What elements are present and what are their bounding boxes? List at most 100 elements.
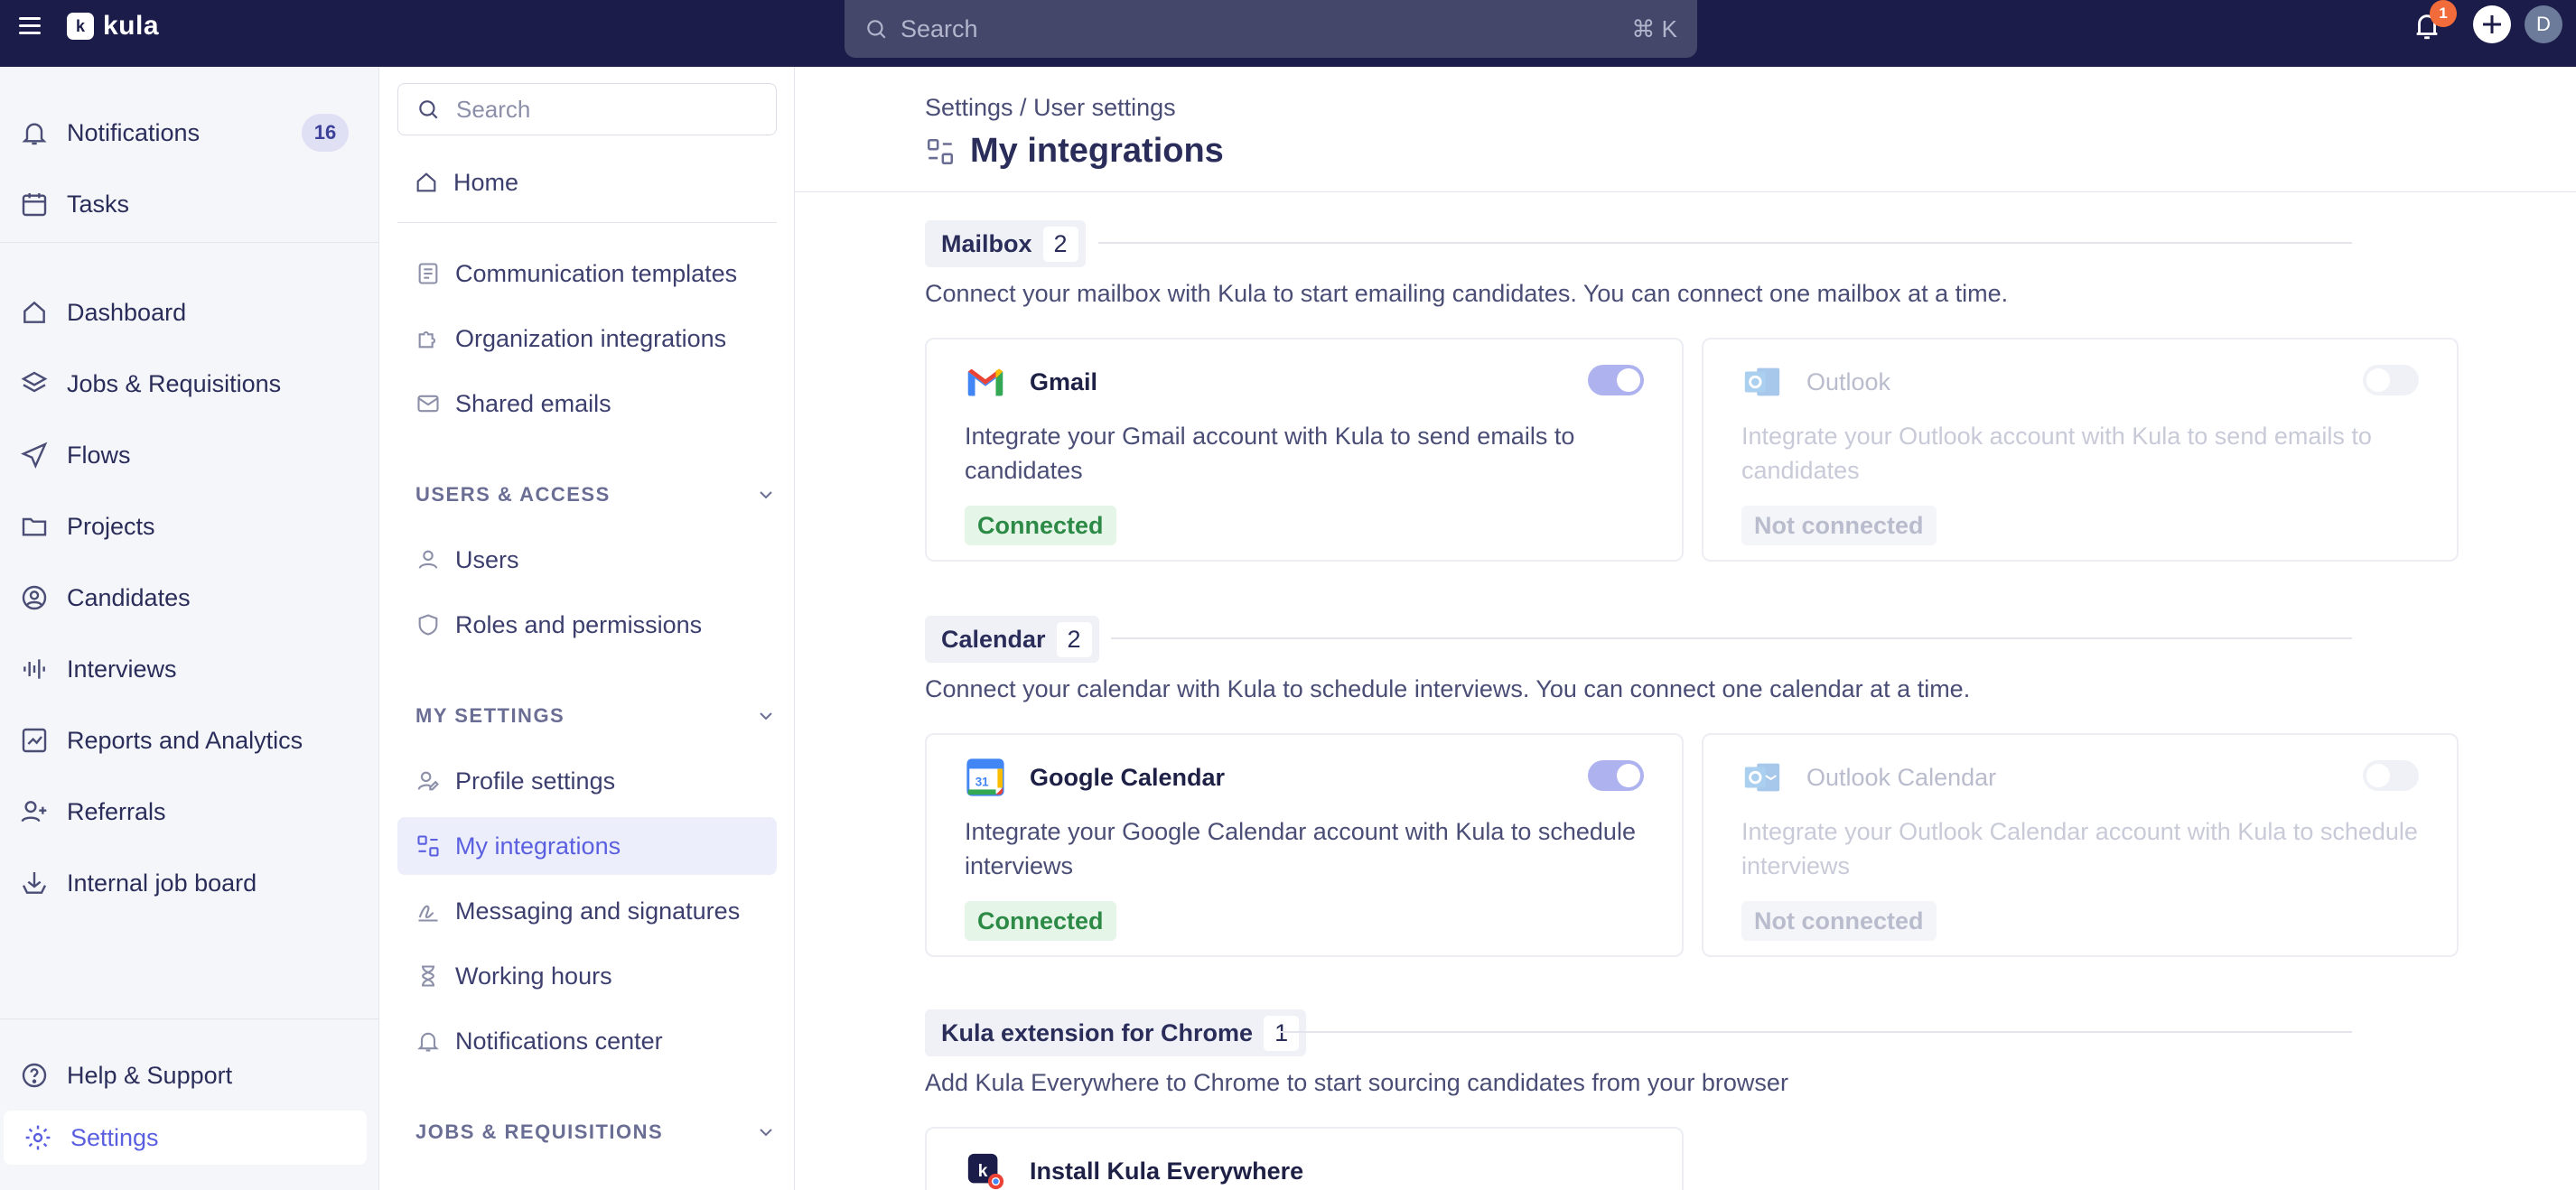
kula-logo-icon: k bbox=[67, 13, 94, 40]
hourglass-icon bbox=[422, 965, 434, 987]
section-label: MY SETTINGS bbox=[415, 704, 565, 727]
sidebar-item-internal-job-board[interactable]: Internal job board bbox=[0, 856, 379, 910]
settings-item-label: Users bbox=[455, 545, 519, 573]
settings-item-label: Communication templates bbox=[455, 259, 738, 287]
sidebar-item-label: Tasks bbox=[67, 190, 130, 218]
section-chip: Mailbox 2 bbox=[925, 220, 1086, 267]
section-chip: Calendar 2 bbox=[925, 616, 1099, 663]
section-description: Connect your mailbox with Kula to start … bbox=[925, 280, 2009, 307]
section-calendar: Calendar 2 bbox=[925, 616, 1099, 663]
user-circle-icon bbox=[22, 585, 47, 610]
section-users-access[interactable]: USERS & ACCESS bbox=[415, 477, 777, 513]
shield-icon bbox=[418, 614, 438, 636]
breadcrumb[interactable]: Settings / User settings bbox=[925, 94, 1176, 122]
sidebar-item-candidates[interactable]: Candidates bbox=[0, 571, 379, 625]
sidebar-item-settings[interactable]: Settings bbox=[4, 1111, 367, 1165]
sidebar-item-label: Projects bbox=[67, 512, 155, 540]
section-my-settings[interactable]: MY SETTINGS bbox=[415, 698, 777, 734]
integration-card-outlook-calendar: Outlook Calendar Integrate your Outlook … bbox=[1702, 733, 2459, 957]
settings-item-communication-templates[interactable]: Communication templates bbox=[397, 245, 777, 302]
user-edit-icon bbox=[417, 771, 439, 791]
mail-icon bbox=[417, 395, 439, 413]
signature-icon bbox=[418, 905, 438, 922]
kula-chrome-extension-icon: k bbox=[967, 1153, 1004, 1190]
google-calendar-icon: 31 bbox=[966, 758, 1004, 796]
settings-item-label: Notifications center bbox=[455, 1027, 663, 1055]
sidebar-item-projects[interactable]: Projects bbox=[0, 499, 379, 553]
notifications-count-badge: 16 bbox=[302, 114, 349, 152]
layers-icon bbox=[21, 371, 48, 393]
integration-name: Gmail bbox=[1030, 367, 1098, 395]
outlook-calendar-toggle[interactable] bbox=[2363, 760, 2419, 791]
settings-item-label: Working hours bbox=[455, 962, 612, 990]
section-divider bbox=[1281, 1031, 2352, 1033]
settings-item-organization-integrations[interactable]: Organization integrations bbox=[397, 310, 777, 367]
section-mailbox: Mailbox 2 bbox=[925, 220, 1086, 267]
integration-name: Install Kula Everywhere bbox=[1030, 1157, 1304, 1185]
settings-item-label: Organization integrations bbox=[455, 324, 727, 352]
sidebar-item-label: Internal job board bbox=[67, 869, 257, 897]
search-icon bbox=[419, 100, 438, 119]
sidebar-item-label: Reports and Analytics bbox=[67, 726, 303, 754]
settings-item-profile-settings[interactable]: Profile settings bbox=[397, 752, 777, 810]
sidebar-item-label: Interviews bbox=[67, 655, 177, 683]
chevron-down-icon bbox=[760, 712, 772, 721]
settings-item-shared-emails[interactable]: Shared emails bbox=[397, 375, 777, 432]
app-logo[interactable]: k kula bbox=[67, 11, 159, 42]
header-divider bbox=[795, 191, 2576, 192]
settings-item-messaging-signatures[interactable]: Messaging and signatures bbox=[397, 882, 777, 940]
status-badge: Not connected bbox=[1741, 901, 1937, 941]
integration-card-outlook: Outlook Integrate your Outlook account w… bbox=[1702, 338, 2459, 562]
integration-description: Integrate your Outlook Calendar account … bbox=[1741, 818, 2418, 879]
page-title-text: My integrations bbox=[970, 132, 1224, 170]
puzzle-icon bbox=[418, 330, 436, 349]
sidebar-item-interviews[interactable]: Interviews bbox=[0, 642, 379, 696]
settings-item-users[interactable]: Users bbox=[397, 531, 777, 589]
sidebar-item-jobs[interactable]: Jobs & Requisitions bbox=[0, 357, 379, 411]
settings-item-notifications-center[interactable]: Notifications center bbox=[397, 1012, 777, 1070]
sidebar-item-referrals[interactable]: Referrals bbox=[0, 785, 379, 839]
outlook-toggle[interactable] bbox=[2363, 365, 2419, 395]
section-chip: Kula extension for Chrome 1 bbox=[925, 1009, 1307, 1056]
integration-name: Outlook bbox=[1806, 367, 1891, 395]
help-circle-icon bbox=[22, 1063, 47, 1088]
integration-description: Integrate your Outlook account with Kula… bbox=[1741, 423, 2372, 484]
top-bar: k kula Search ⌘ K 1 D bbox=[0, 0, 2576, 67]
settings-item-label: Shared emails bbox=[455, 389, 611, 417]
settings-item-label: Roles and permissions bbox=[455, 610, 703, 638]
user-avatar[interactable]: D bbox=[2525, 5, 2562, 43]
create-button[interactable] bbox=[2473, 5, 2511, 43]
sidebar-item-help[interactable]: Help & Support bbox=[0, 1048, 379, 1102]
global-search-input[interactable]: Search ⌘ K bbox=[845, 0, 1697, 58]
sidebar-item-label: Notifications bbox=[67, 118, 201, 146]
sidebar-item-reports[interactable]: Reports and Analytics bbox=[0, 713, 379, 767]
plus-icon bbox=[2483, 15, 2501, 33]
sidebar-item-label: Dashboard bbox=[67, 298, 187, 326]
search-icon bbox=[867, 20, 886, 39]
settings-search-input[interactable]: Search bbox=[397, 83, 777, 135]
gmail-toggle[interactable] bbox=[1588, 365, 1644, 395]
sidebar-item-tasks[interactable]: Tasks bbox=[0, 177, 379, 231]
bell-icon bbox=[417, 1032, 439, 1052]
google-calendar-toggle[interactable] bbox=[1588, 760, 1644, 791]
settings-item-my-integrations[interactable]: My integrations bbox=[397, 817, 777, 875]
audio-bars-icon bbox=[23, 659, 45, 679]
section-jobs-requisitions[interactable]: JOBS & REQUISITIONS bbox=[415, 1114, 777, 1150]
settings-item-roles-permissions[interactable]: Roles and permissions bbox=[397, 596, 777, 654]
settings-item-home[interactable]: Home bbox=[379, 153, 759, 211]
sidebar-item-dashboard[interactable]: Dashboard bbox=[0, 285, 379, 339]
settings-item-working-hours[interactable]: Working hours bbox=[397, 947, 777, 1005]
section-count: 2 bbox=[1042, 226, 1078, 262]
sidebar-item-notifications[interactable]: Notifications 16 bbox=[0, 106, 379, 160]
integrations-icon bbox=[417, 835, 439, 857]
integration-card-gmail: Gmail Integrate your Gmail account with … bbox=[925, 338, 1684, 562]
template-icon bbox=[418, 263, 438, 284]
settings-item-label: Profile settings bbox=[455, 767, 616, 795]
section-count: 1 bbox=[1264, 1015, 1300, 1051]
inbox-stack-icon bbox=[22, 872, 47, 894]
main-sidebar: Notifications 16 Tasks Dashboard Jobs & … bbox=[0, 67, 379, 1190]
sidebar-item-flows[interactable]: Flows bbox=[0, 428, 379, 482]
outlook-calendar-icon bbox=[1744, 763, 1780, 792]
section-divider bbox=[1098, 242, 2352, 244]
menu-icon[interactable] bbox=[16, 13, 43, 40]
